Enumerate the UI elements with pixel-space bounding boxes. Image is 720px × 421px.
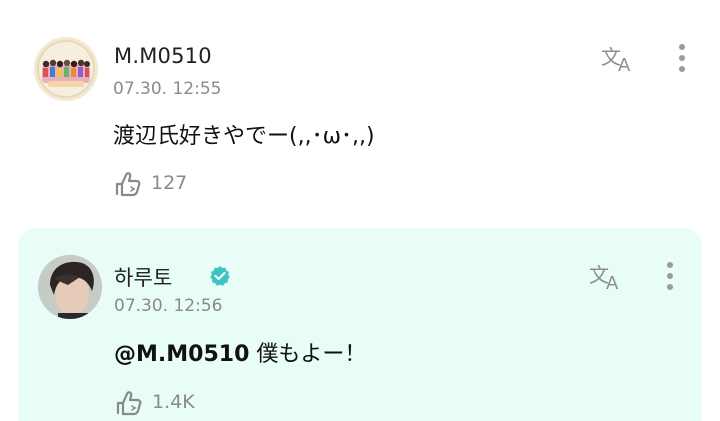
more-vertical-icon — [667, 262, 673, 268]
like-button[interactable]: 127 — [113, 169, 187, 197]
verified-badge-icon — [210, 266, 230, 286]
reply-text: 僕もよー！ — [249, 342, 367, 367]
like-count: 127 — [151, 172, 188, 194]
translate-button[interactable]: 文 A — [600, 44, 638, 76]
like-button[interactable]: 1.4K — [114, 388, 195, 416]
more-options-button[interactable] — [675, 44, 689, 76]
svg-text:A: A — [618, 55, 631, 74]
translate-icon: 文 A — [601, 45, 631, 76]
mention-link[interactable]: @M.M0510 — [114, 342, 249, 367]
like-icon — [115, 172, 141, 197]
profile-photo-avatar-image — [38, 255, 102, 319]
svg-text:A: A — [606, 273, 619, 292]
translate-button[interactable]: 文 A — [588, 262, 626, 294]
translate-icon: 文 A — [589, 263, 619, 294]
comment-text: @M.M0510 僕もよー！ — [114, 336, 366, 368]
like-icon — [116, 391, 142, 416]
group-photo-avatar-image — [34, 37, 98, 101]
more-vertical-icon — [679, 44, 685, 50]
timestamp: 07.30. 12:55 — [113, 79, 222, 99]
avatar[interactable] — [34, 37, 98, 101]
like-count: 1.4K — [152, 391, 195, 413]
username[interactable]: M.M0510 — [114, 44, 212, 68]
avatar[interactable] — [38, 255, 102, 319]
username[interactable]: 하루토 — [114, 262, 173, 292]
timestamp: 07.30. 12:56 — [114, 296, 223, 316]
comment-item: M.M0510 07.30. 12:55 渡辺氏好きやでー(,,･ω･,,) 1… — [0, 0, 720, 215]
more-options-button[interactable] — [663, 262, 677, 294]
comment-text: 渡辺氏好きやでー(,,･ω･,,) — [113, 124, 375, 149]
reply-comment-item: 하루토 07.30. 12:56 @M.M0510 僕もよー！ 1.4K 文 A — [18, 228, 702, 421]
